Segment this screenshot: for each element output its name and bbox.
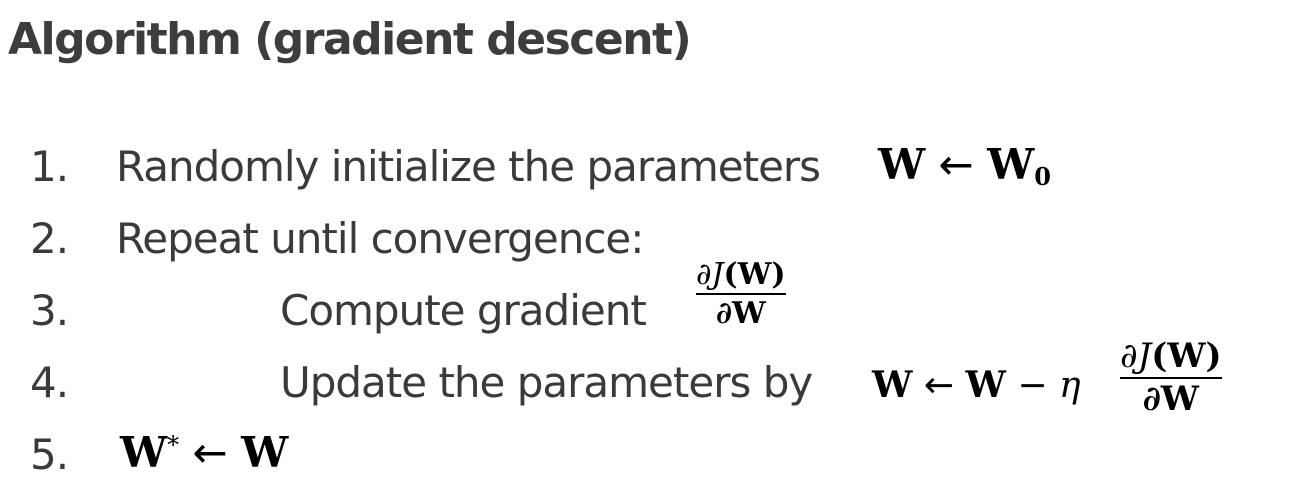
w-symbol: W: [872, 364, 913, 406]
cost-j-symbol: J: [1137, 336, 1152, 376]
init-formula: W ← W0: [878, 140, 1051, 191]
fraction-numerator: ∂J(W): [1120, 336, 1222, 376]
step-text-1: Randomly initialize the parameters: [116, 142, 821, 191]
w-symbol: W: [965, 364, 1006, 406]
slide-title: Algorithm (gradient descent): [8, 14, 692, 65]
step-number-2: 2.: [30, 214, 69, 263]
fraction-denominator: ∂W: [1142, 378, 1199, 419]
w-symbol: W: [241, 428, 289, 477]
w-argument: (W): [1151, 336, 1222, 376]
step-number-4: 4.: [30, 358, 69, 407]
final-assignment-formula: W* ← W: [120, 428, 288, 477]
partial-symbol: ∂: [696, 257, 712, 292]
fraction-denominator: ∂W: [715, 295, 766, 331]
w-symbol: W: [878, 140, 926, 189]
step-text-2: Repeat until convergence:: [116, 214, 644, 263]
gradient-fraction: ∂J(W) ∂W: [696, 258, 786, 330]
minus-sign: −: [1017, 365, 1048, 406]
update-gradient-fraction: ∂J(W) ∂W: [1120, 336, 1222, 419]
step-number-3: 3.: [30, 286, 69, 335]
step-text-3: Compute gradient: [280, 286, 647, 335]
assign-arrow: ←: [923, 365, 955, 406]
partial-symbol: ∂: [1120, 336, 1138, 376]
optimal-star: *: [167, 431, 180, 459]
fraction-numerator: ∂J(W): [696, 258, 786, 291]
step-number-1: 1.: [30, 142, 69, 191]
cost-j-symbol: J: [711, 257, 724, 292]
assign-arrow: ←: [938, 140, 974, 189]
step-text-4: Update the parameters by: [280, 358, 813, 407]
assign-arrow: ←: [192, 428, 228, 477]
update-formula: W ← W − η: [872, 364, 1081, 406]
w-symbol: W: [987, 140, 1035, 189]
fraction-bar: [696, 293, 786, 295]
w-symbol: W: [120, 428, 168, 477]
w-argument: (W): [723, 257, 786, 292]
eta-symbol: η: [1059, 365, 1081, 406]
step-number-5: 5.: [30, 430, 69, 479]
subscript-zero: 0: [1034, 162, 1051, 191]
